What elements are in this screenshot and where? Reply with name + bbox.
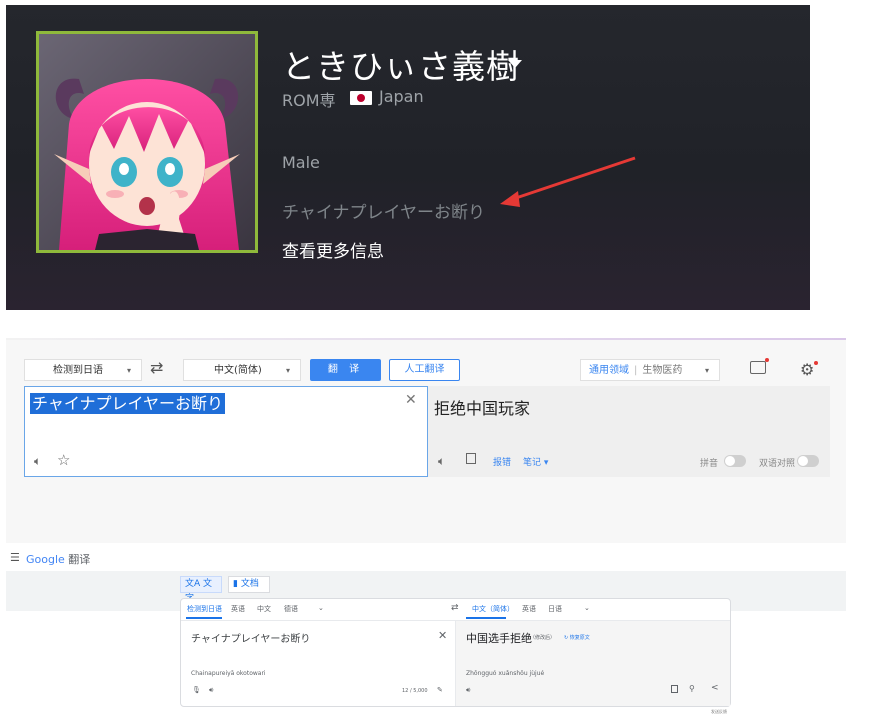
speaker-icon[interactable]: 🔈︎ — [34, 454, 41, 469]
profile-gender: Male — [282, 153, 320, 172]
speaker-icon[interactable]: 🔊︎ — [209, 686, 213, 695]
swap-languages-icon[interactable]: ⇄ — [150, 358, 163, 377]
annotation-arrow — [500, 156, 636, 207]
active-tab-indicator — [186, 617, 222, 619]
active-tab-indicator — [466, 617, 506, 619]
source-romanization: Chainapureiyā okotowari — [191, 670, 266, 677]
notes-label: 笔记 — [523, 458, 542, 468]
document-icon: ▮ — [233, 579, 238, 589]
share-icon[interactable]: < — [711, 683, 719, 693]
more-info-link[interactable]: 查看更多信息 — [282, 237, 384, 262]
clear-text-icon[interactable]: ✕ — [438, 629, 447, 642]
source-text-selected[interactable]: チャイナプレイヤーお断り — [30, 393, 226, 414]
src-lang-english[interactable]: 英语 — [231, 604, 245, 614]
src-lang-chinese[interactable]: 中文 — [257, 604, 271, 614]
japan-flag-icon — [350, 91, 372, 105]
tgt-lang-japanese[interactable]: 日语 — [548, 604, 562, 614]
copy-icon[interactable] — [671, 685, 678, 693]
domain-general-option[interactable]: 通用领域 — [589, 365, 629, 376]
profile-name: ときひぃさ義樹 — [282, 47, 520, 86]
translation-result: 中国选手拒绝 — [466, 632, 532, 645]
chevron-down-icon: ▾ — [704, 366, 709, 375]
chevron-down-icon: ▾ — [126, 366, 131, 375]
copy-icon[interactable] — [466, 453, 476, 464]
google-wordmark: Google — [26, 553, 65, 566]
settings-gear-icon[interactable]: ⚙ — [800, 360, 814, 379]
anime-avatar-illustration — [39, 34, 255, 250]
rate-translation-icon[interactable]: ⚲ — [689, 684, 695, 693]
send-feedback-link[interactable]: 发送反馈 — [711, 709, 727, 715]
notification-dot — [765, 358, 769, 362]
domain-bio-option[interactable]: 生物医药 — [642, 365, 682, 376]
character-count: 12 / 5,000 — [402, 688, 428, 694]
pinyin-label: 拼音 — [700, 459, 719, 469]
target-language-label: 中文(简体) — [214, 365, 262, 376]
restore-original-link[interactable]: ↻ 恢复原文 — [564, 634, 590, 641]
microphone-icon[interactable]: 🎙︎ — [192, 686, 201, 694]
profile-country: Japan — [379, 87, 424, 106]
translation-result: 拒绝中国玩家 — [434, 399, 531, 418]
source-text-input[interactable]: チャイナプレイヤーお断り — [191, 630, 310, 645]
source-language-select[interactable]: 检测到日语 ▾ — [24, 359, 142, 381]
translate-wordmark: 翻译 — [68, 553, 91, 566]
target-romanization: Zhōngguó xuǎnshǒu jùjué — [466, 670, 545, 677]
translate-icon: 文A — [185, 579, 201, 589]
tgt-lang-english[interactable]: 英语 — [522, 604, 536, 614]
restore-original-label: 恢复原文 — [569, 635, 590, 641]
domain-select[interactable]: 通用领域 | 生物医药 ▾ — [580, 359, 720, 381]
avatar[interactable] — [39, 34, 255, 250]
notification-dot — [814, 361, 818, 365]
notes-dropdown[interactable]: 笔记 ▾ — [523, 455, 548, 468]
report-error-link[interactable]: 报错 — [493, 455, 511, 468]
profile-real-name: ROM専 — [282, 91, 336, 110]
tgt-more-languages-chevron-icon[interactable]: ⌄ — [584, 604, 590, 612]
src-lang-german[interactable]: 德语 — [284, 604, 298, 614]
bilingual-toggle[interactable] — [797, 455, 819, 467]
pinyin-toggle[interactable] — [724, 455, 746, 467]
divider — [455, 621, 456, 706]
google-translate-logo[interactable]: Google 翻译 — [26, 551, 90, 567]
target-language-select[interactable]: 中文(简体) ▾ — [183, 359, 301, 381]
tab-documents[interactable]: ▮ 文档 — [228, 576, 270, 593]
translate-button[interactable]: 翻 译 — [310, 359, 381, 381]
speaker-icon[interactable]: 🔊︎ — [466, 686, 470, 695]
tab-docs-label: 文档 — [240, 579, 259, 589]
pencil-icon[interactable]: ✎ — [437, 686, 443, 694]
chevron-down-icon: ▾ — [285, 366, 290, 375]
src-lang-detect[interactable]: 检测到日语 — [187, 604, 222, 614]
src-more-languages-chevron-icon[interactable]: ⌄ — [318, 604, 324, 612]
tab-text[interactable]: 文A 文字 — [180, 576, 222, 604]
clear-text-icon[interactable]: ✕ — [405, 392, 417, 408]
profile-summary: チャイナプレイヤーお断り — [282, 203, 485, 223]
name-dropdown-caret-icon[interactable] — [508, 60, 522, 68]
modified-tag: （修改后） — [530, 635, 556, 641]
star-icon[interactable]: ☆ — [57, 451, 70, 469]
swap-languages-icon[interactable]: ⇄ — [451, 603, 459, 613]
source-language-label: 检测到日语 — [53, 365, 103, 376]
human-translate-button[interactable]: 人工翻译 — [389, 359, 460, 381]
youdao-top-border — [6, 338, 846, 340]
tgt-lang-chinese-simplified[interactable]: 中文（简体） — [472, 604, 514, 614]
bilingual-label: 双语对照 — [759, 459, 796, 469]
favorites-folder-icon[interactable] — [750, 361, 766, 374]
speaker-icon[interactable]: 🔈︎ — [438, 454, 445, 469]
hamburger-menu-icon[interactable]: ☰ — [10, 551, 20, 564]
